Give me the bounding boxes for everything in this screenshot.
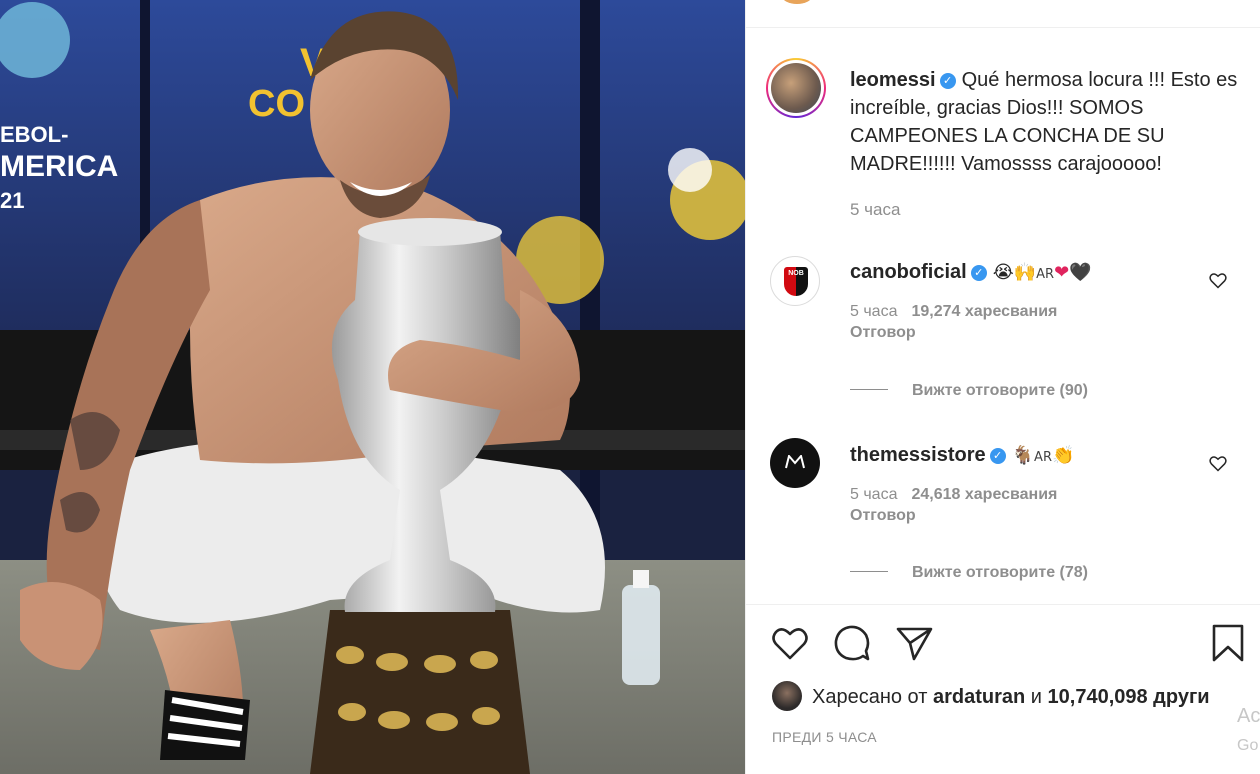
comment-emojis: 😭🙌 xyxy=(992,262,1037,283)
author-avatar[interactable] xyxy=(766,58,826,118)
view-replies-1[interactable]: Вижте отговорите (90) xyxy=(850,382,1088,400)
post-timestamp[interactable]: ПРЕДИ 5 ЧАСА xyxy=(772,729,877,745)
verified-badge-icon: ✓ xyxy=(939,73,956,89)
comment-like-heart-icon[interactable] xyxy=(1208,453,1228,473)
view-replies-label: Вижте отговорите (78) xyxy=(912,564,1088,581)
replies-dash xyxy=(850,389,888,390)
reply-button[interactable]: Отговор xyxy=(850,324,1230,342)
liked-by-count[interactable]: 10,740,098 други xyxy=(1048,686,1210,708)
comment-username[interactable]: canoboficial xyxy=(850,261,967,283)
comment-time[interactable]: 5 часа xyxy=(850,486,897,503)
comment-time[interactable]: 5 часа xyxy=(850,303,897,320)
flag-text: AR xyxy=(1034,450,1052,465)
messi-logo-icon xyxy=(785,455,805,469)
header-avatar-fragment xyxy=(782,0,812,4)
replies-dash xyxy=(850,571,888,572)
caption-time[interactable]: 5 часа xyxy=(850,200,900,220)
cut-off-text-1: Ac xyxy=(1237,705,1260,727)
view-replies-2[interactable]: Вижте отговорите (78) xyxy=(850,564,1088,582)
comment-username[interactable]: themessistore xyxy=(850,444,986,466)
heart-icon[interactable] xyxy=(770,623,810,663)
comment-like-heart-icon[interactable] xyxy=(1208,270,1228,290)
left-text-3: 21 xyxy=(0,188,24,213)
photo-illustration: V O CO ITE. EBOL- MERICA 21 xyxy=(0,0,745,774)
liked-by: Харесано от ardaturan и 10,740,098 други xyxy=(772,681,1210,711)
liked-by-user[interactable]: ardaturan xyxy=(933,686,1025,708)
bookmark-icon[interactable] xyxy=(1208,623,1248,663)
comment-avatar-canoboficial[interactable]: NOB xyxy=(770,256,820,306)
left-text-2: MERICA xyxy=(0,150,118,183)
comment-likes[interactable]: 19,274 харесвания xyxy=(911,303,1057,320)
share-icon[interactable] xyxy=(894,623,934,663)
reply-button[interactable]: Отговор xyxy=(850,507,1230,525)
flag-text: AR xyxy=(1036,267,1055,282)
comment-avatar-themessistore[interactable] xyxy=(770,438,820,488)
left-text-1: EBOL- xyxy=(0,122,68,147)
post-details-panel: leomessi ✓ Qué hermosa locura !!! Esto es … xyxy=(745,0,1260,774)
view-replies-label: Вижте отговорите (90) xyxy=(912,382,1088,399)
post-actions-section: Харесано от ardaturan и 10,740,098 други… xyxy=(746,604,1260,774)
header-strip xyxy=(746,0,1260,28)
liked-by-prefix: Харесано от xyxy=(812,686,928,708)
post-photo: V O CO ITE. EBOL- MERICA 21 xyxy=(0,0,745,774)
liker-avatar[interactable] xyxy=(772,681,802,711)
comment-likes[interactable]: 24,618 харесвания xyxy=(911,486,1057,503)
comment-icon[interactable] xyxy=(832,623,872,663)
post-caption: leomessi ✓ Qué hermosa locura !!! Esto es … xyxy=(850,66,1240,178)
verified-badge-icon: ✓ xyxy=(989,448,1006,464)
comment-emojis-after: 👏 xyxy=(1051,445,1075,466)
comment-2: themessistore ✓ 🐐AR👏 5 часа 24,618 харесван… xyxy=(850,441,1230,525)
comment-emojis-after: ❤🖤 xyxy=(1054,262,1092,283)
club-crest-icon: NOB xyxy=(784,267,808,296)
comment-meta: 5 часа 24,618 харесвания xyxy=(850,486,1230,504)
comment-emojis: 🐐 xyxy=(1011,445,1035,466)
verified-badge-icon: ✓ xyxy=(970,265,987,281)
comment-meta: 5 часа 19,274 харесвания xyxy=(850,303,1230,321)
comment-1: canoboficial ✓ 😭🙌AR❤🖤 5 часа 19,274 харесва… xyxy=(850,258,1230,342)
author-username[interactable]: leomessi xyxy=(850,69,936,91)
cut-off-text-2: Go xyxy=(1237,737,1259,754)
liked-by-joiner: и xyxy=(1030,686,1042,708)
